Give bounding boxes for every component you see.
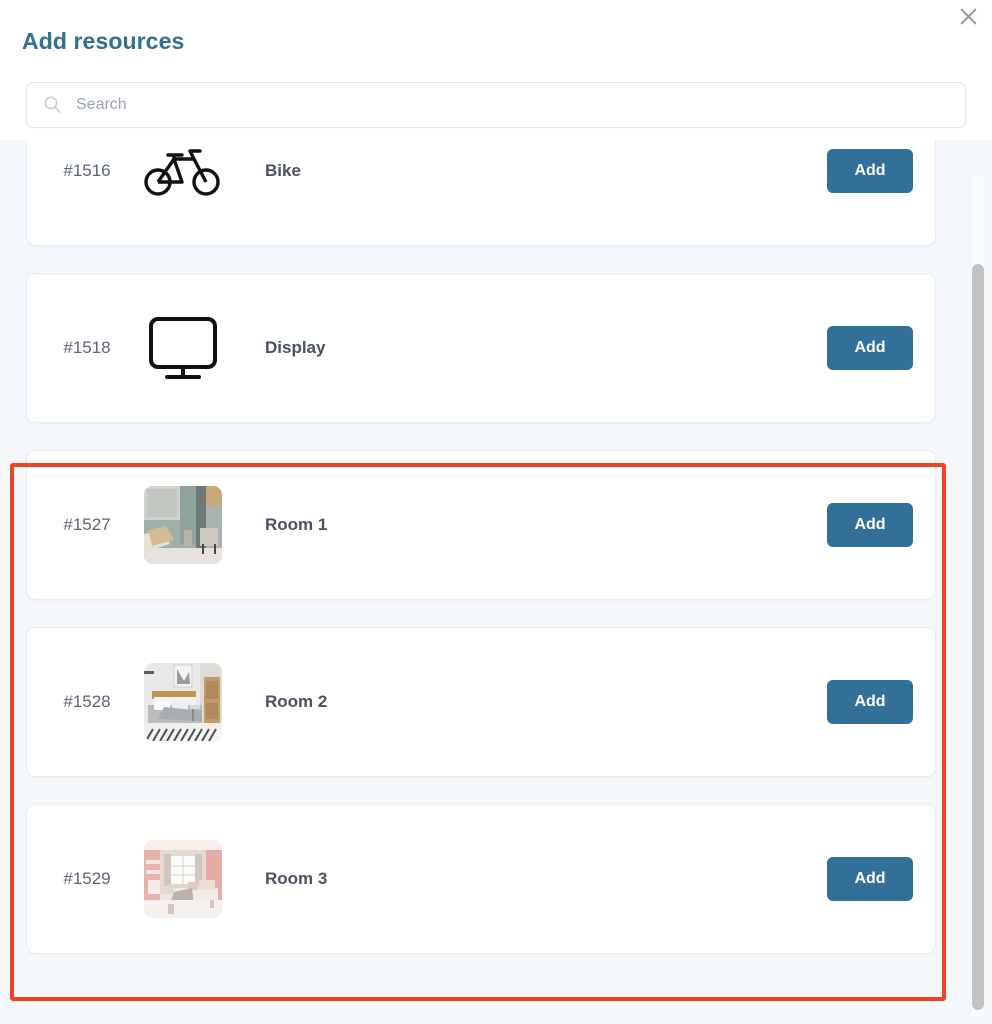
resource-thumbnail [135,485,231,564]
resource-id: #1529 [63,868,111,888]
resource-thumbnail [135,839,231,918]
resource-name: Display [265,337,326,357]
room-photo-gray-bedroom [144,662,222,741]
resource-name: Room 2 [265,691,328,711]
search-input[interactable] [74,94,949,115]
add-button[interactable]: Add [827,856,913,901]
room-photo-pink-bedroom [144,839,222,918]
resource-id: #1527 [63,514,111,534]
close-icon[interactable] [954,2,982,30]
add-resources-dialog: Add resources #1516 [0,0,992,1024]
table-row[interactable]: #1516 Bike Add [26,139,936,246]
table-row[interactable]: #1529 Room 3 Add [26,803,936,954]
resource-list-viewport: #1516 Bike Add #1518 Display Add #1527 R… [0,139,992,1024]
add-button[interactable]: Add [827,325,913,370]
close-icon-glyph [960,8,976,24]
resource-thumbnail [135,144,231,198]
room-photo-living-room [144,485,222,564]
table-row[interactable]: #1527 Room 1 Add [26,449,936,600]
add-button[interactable]: Add [827,679,913,724]
table-row[interactable]: #1528 Room 2 Add [26,626,936,777]
search-icon [44,96,61,113]
bicycle-icon [144,148,220,196]
resource-name: Room 1 [265,514,328,534]
resource-name: Bike [265,160,301,180]
resource-id: #1528 [63,691,111,711]
resource-thumbnail [135,313,231,383]
page-title: Add resources [22,28,185,54]
scrollbar-track[interactable] [970,176,984,1016]
resource-name: Room 3 [265,868,328,888]
resource-id: #1518 [63,337,111,357]
monitor-icon [149,316,217,379]
search-bar[interactable] [26,81,966,128]
resource-thumbnail [135,662,231,741]
resource-id: #1516 [63,160,111,180]
resource-list: #1516 Bike Add #1518 Display Add #1527 R… [0,139,962,962]
add-button[interactable]: Add [827,502,913,547]
scrollbar-thumb[interactable] [972,264,984,1010]
table-row[interactable]: #1518 Display Add [26,272,936,423]
add-button[interactable]: Add [827,148,913,193]
